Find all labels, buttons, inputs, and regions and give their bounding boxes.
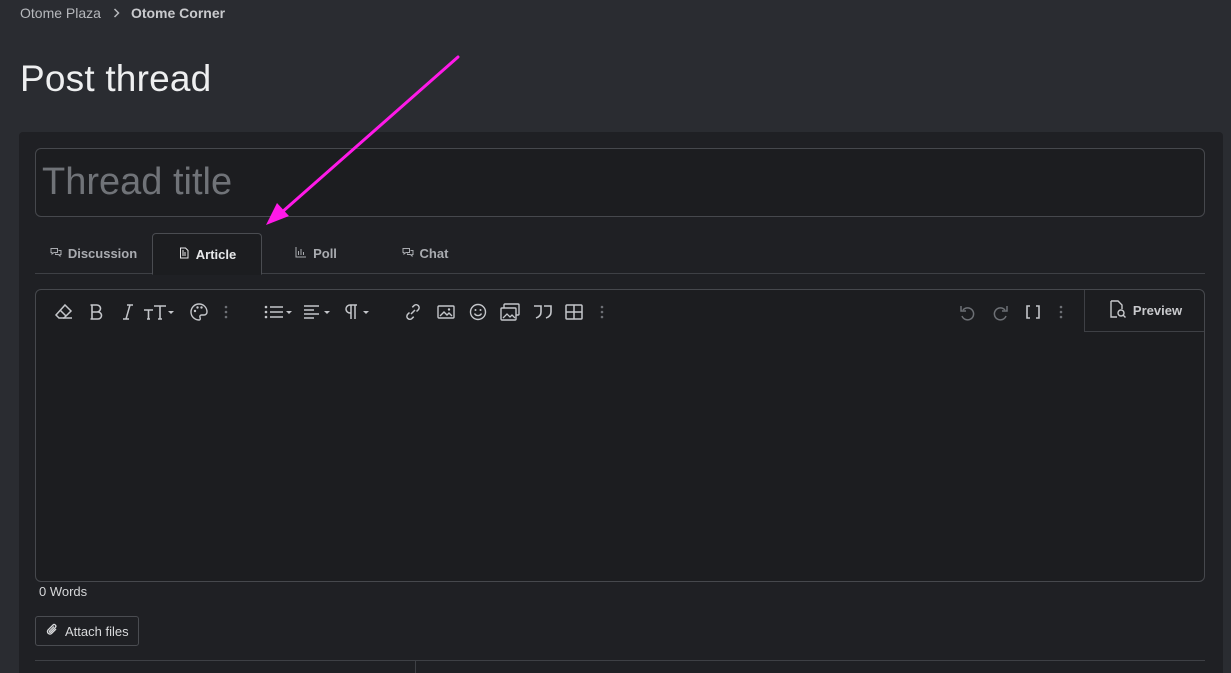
align-icon <box>303 303 333 321</box>
insert-table-button[interactable] <box>564 300 584 324</box>
page-title: Post thread <box>20 58 212 99</box>
discussion-icon <box>50 246 62 261</box>
redo-icon <box>990 302 1010 322</box>
redo-button[interactable] <box>990 300 1010 324</box>
attach-files-button[interactable]: Attach files <box>35 616 139 646</box>
poll-icon <box>295 246 307 261</box>
editor-content-area[interactable] <box>36 332 1204 581</box>
quote-icon <box>532 303 554 321</box>
link-icon <box>403 302 423 322</box>
divider <box>415 661 416 673</box>
tab-article-label: Article <box>195 246 237 262</box>
more-editor-options-button[interactable] <box>1057 300 1065 324</box>
remove-format-button[interactable] <box>54 300 74 324</box>
palette-icon <box>189 302 209 322</box>
paragraph-icon <box>343 303 373 321</box>
form-footer-row <box>35 660 1205 673</box>
italic-button[interactable] <box>121 300 135 324</box>
preview-button[interactable]: Preview <box>1084 290 1204 332</box>
more-insert-options-button[interactable] <box>598 300 606 324</box>
paragraph-format-button[interactable] <box>343 300 373 324</box>
chevron-right-icon <box>113 8 120 18</box>
tab-poll-label: Poll <box>313 246 337 261</box>
more-text-options-button[interactable] <box>222 300 230 324</box>
breadcrumb-item-otome-corner[interactable]: Otome Corner <box>131 5 225 21</box>
insert-link-button[interactable] <box>403 300 423 324</box>
page: Otome Plaza Otome Corner Post thread Dis… <box>0 0 1231 673</box>
media-icon <box>499 302 521 322</box>
breadcrumb: Otome Plaza Otome Corner <box>20 4 225 22</box>
insert-image-button[interactable] <box>436 300 456 324</box>
list-button[interactable] <box>263 300 295 324</box>
image-icon <box>436 303 456 321</box>
insert-media-button[interactable] <box>499 300 521 324</box>
eraser-icon <box>54 303 74 321</box>
bold-button[interactable] <box>89 300 103 324</box>
smiley-icon <box>468 302 488 322</box>
tab-discussion[interactable]: Discussion <box>35 233 152 274</box>
tab-discussion-label: Discussion <box>67 246 138 261</box>
align-button[interactable] <box>303 300 333 324</box>
chat-icon <box>402 246 414 261</box>
toggle-bbcode-button[interactable] <box>1024 300 1042 324</box>
insert-smilie-button[interactable] <box>468 300 488 324</box>
tab-poll[interactable]: Poll <box>262 233 370 274</box>
tab-chat-label: Chat <box>419 246 449 261</box>
text-size-icon <box>143 303 175 321</box>
tab-chat[interactable]: Chat <box>370 233 480 274</box>
undo-button[interactable] <box>958 300 978 324</box>
breadcrumb-item-otome-plaza[interactable]: Otome Plaza <box>20 5 101 21</box>
more-icon <box>598 303 606 321</box>
text-size-button[interactable] <box>143 300 175 324</box>
paperclip-icon <box>45 622 59 641</box>
text-color-button[interactable] <box>189 300 209 324</box>
thread-type-tabs: Discussion Article Poll Chat <box>35 233 1205 275</box>
tab-article[interactable]: Article <box>152 233 262 275</box>
list-icon <box>263 303 295 321</box>
italic-icon <box>121 303 135 321</box>
thread-title-input[interactable] <box>35 148 1205 217</box>
insert-quote-button[interactable] <box>532 300 554 324</box>
preview-icon <box>1107 299 1127 322</box>
attach-files-label: Attach files <box>65 623 129 639</box>
post-thread-form: Discussion Article Poll Chat <box>19 132 1223 673</box>
more-icon <box>1057 303 1065 321</box>
preview-label: Preview <box>1132 303 1183 318</box>
bold-icon <box>89 303 103 321</box>
article-icon <box>178 247 190 262</box>
table-icon <box>564 303 584 321</box>
more-icon <box>222 303 230 321</box>
undo-icon <box>958 302 978 322</box>
editor-toolbar: Preview <box>36 290 1204 332</box>
rich-text-editor: Preview <box>35 289 1205 582</box>
word-count: 0 Words <box>39 584 88 599</box>
bbcode-icon <box>1024 303 1042 321</box>
